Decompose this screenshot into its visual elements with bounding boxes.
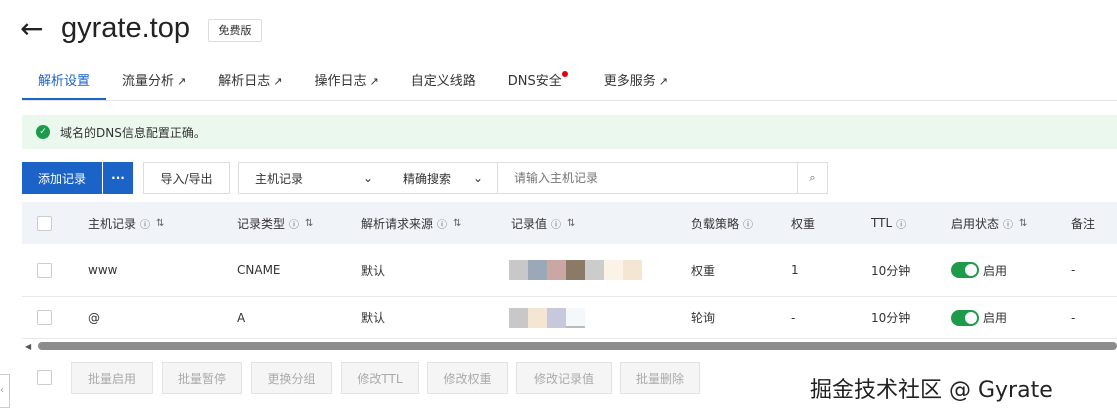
plan-badge: 免费版: [208, 19, 262, 42]
more-actions-button[interactable]: ···: [103, 162, 133, 194]
back-arrow-icon[interactable]: ←: [20, 14, 43, 44]
collapse-sidebar-icon[interactable]: ‹: [0, 374, 10, 408]
status-label: 启用: [983, 311, 1008, 325]
tab-traffic-analysis[interactable]: 流量分析 ↗: [106, 68, 202, 100]
tab-dns-security[interactable]: DNS安全: [492, 68, 578, 100]
table-header: 主机记录 ⓘ ⇅ 记录类型 ⓘ ⇅ 解析请求来源 ⓘ ⇅ 记录值 ⓘ ⇅ 负载策略 ⓘ 权重 TT…: [22, 202, 1117, 244]
help-icon[interactable]: ⓘ: [289, 216, 299, 231]
column-header: 解析请求来源: [361, 216, 434, 231]
column-header: 权重: [791, 216, 816, 231]
tab-label: 解析日志: [218, 74, 271, 89]
batch-select-checkbox[interactable]: [37, 370, 52, 385]
redacted-value: [509, 307, 585, 328]
sort-icon[interactable]: ⇅: [567, 218, 575, 229]
tab-label: 更多服务: [603, 74, 656, 89]
type-cell: CNAME: [237, 263, 281, 277]
column-header: 启用状态: [951, 216, 1000, 231]
table-row: www CNAME 默认 权重 1 10分钟 启用 -: [22, 244, 1117, 297]
tab-custom-lines[interactable]: 自定义线路: [395, 68, 492, 100]
help-icon[interactable]: ⓘ: [140, 216, 150, 231]
search-input[interactable]: [497, 162, 798, 194]
note-cell: -: [1071, 263, 1076, 277]
modify-value-button[interactable]: 修改记录值: [516, 362, 612, 394]
tab-label: 解析设置: [38, 74, 91, 89]
column-header: 负载策略: [691, 216, 740, 231]
horizontal-scrollbar[interactable]: [38, 342, 1117, 350]
sort-icon[interactable]: ⇅: [305, 218, 313, 229]
lb-cell: 轮询: [691, 311, 716, 325]
tab-bar: 解析设置 流量分析 ↗ 解析日志 ↗ 操作日志 ↗ 自定义线路 DNS安全 更多服务 ↗: [22, 68, 1117, 101]
source-cell: 默认: [361, 311, 386, 325]
add-record-button[interactable]: 添加记录: [22, 162, 102, 194]
page-title: gyrate.top: [61, 12, 190, 44]
ttl-cell: 10分钟: [871, 311, 911, 325]
tab-label: 自定义线路: [410, 74, 476, 89]
status-toggle[interactable]: [951, 262, 979, 278]
change-group-button[interactable]: 更换分组: [251, 362, 332, 394]
external-link-icon: ↗: [273, 75, 283, 88]
type-cell: A: [237, 310, 246, 325]
column-header: 主机记录: [88, 216, 137, 231]
select-all-checkbox[interactable]: [37, 215, 52, 231]
redacted-value: [509, 260, 642, 280]
help-icon[interactable]: ⓘ: [896, 216, 906, 231]
column-header: 记录值: [511, 216, 548, 231]
help-icon[interactable]: ⓘ: [551, 216, 561, 231]
status-toggle[interactable]: [951, 309, 979, 326]
row-checkbox[interactable]: [37, 310, 52, 325]
import-export-button[interactable]: 导入/导出: [143, 162, 230, 194]
table-row: @ A 默认 轮询 - 10分钟 启用 -: [22, 297, 1117, 339]
tab-more-services[interactable]: 更多服务 ↗: [588, 68, 684, 100]
tab-label: 流量分析: [122, 74, 175, 89]
modify-ttl-button[interactable]: 修改TTL: [341, 362, 419, 394]
batch-pause-button[interactable]: 批量暂停: [162, 362, 242, 394]
tab-resolve-log[interactable]: 解析日志 ↗: [202, 68, 298, 100]
tab-label: DNS安全: [507, 74, 562, 89]
check-circle-icon: ✓: [36, 125, 50, 139]
host-cell: @: [88, 310, 100, 325]
search-button[interactable]: ⌕: [797, 162, 828, 194]
column-header: 记录类型: [237, 216, 286, 231]
chevron-down-icon: ⌄: [472, 171, 483, 185]
scroll-left-icon[interactable]: ◀: [25, 342, 31, 351]
help-icon[interactable]: ⓘ: [743, 216, 753, 231]
field-select-value: 主机记录: [255, 171, 304, 186]
field-select[interactable]: 主机记录 ⌄: [238, 162, 388, 194]
search-icon: ⌕: [809, 171, 816, 184]
help-icon[interactable]: ⓘ: [437, 216, 447, 231]
lb-cell: 权重: [691, 263, 716, 278]
tab-label: 操作日志: [314, 74, 367, 89]
sort-icon[interactable]: ⇅: [453, 218, 461, 229]
chevron-down-icon: ⌄: [362, 171, 373, 185]
tab-operation-log[interactable]: 操作日志 ↗: [298, 68, 394, 100]
help-icon[interactable]: ⓘ: [1003, 216, 1013, 231]
note-cell: -: [1071, 310, 1076, 325]
notification-dot: [561, 71, 568, 77]
watermark: 掘金技术社区 @ Gyrate: [810, 378, 1053, 403]
match-select-value: 精确搜索: [403, 171, 452, 186]
sort-icon[interactable]: ⇅: [156, 218, 164, 229]
column-header: TTL: [871, 216, 893, 230]
weight-cell: 1: [791, 263, 799, 277]
external-link-icon: ↗: [177, 75, 187, 88]
external-link-icon: ↗: [658, 75, 668, 88]
modify-weight-button[interactable]: 修改权重: [427, 362, 508, 394]
host-cell: www: [88, 263, 118, 277]
status-label: 启用: [983, 263, 1008, 278]
external-link-icon: ↗: [369, 75, 379, 88]
status-banner: ✓ 域名的DNS信息配置正确。: [22, 115, 1117, 149]
weight-cell: -: [791, 310, 796, 325]
batch-delete-button[interactable]: 批量删除: [620, 362, 700, 394]
tab-dns-settings[interactable]: 解析设置: [22, 68, 107, 100]
sort-icon[interactable]: ⇅: [1019, 218, 1027, 229]
banner-text: 域名的DNS信息配置正确。: [60, 125, 206, 140]
row-checkbox[interactable]: [37, 262, 52, 278]
source-cell: 默认: [361, 263, 386, 278]
ttl-cell: 10分钟: [871, 263, 911, 278]
column-header: 备注: [1071, 216, 1096, 231]
batch-enable-button[interactable]: 批量启用: [71, 362, 153, 394]
match-select[interactable]: 精确搜索 ⌄: [387, 162, 498, 194]
